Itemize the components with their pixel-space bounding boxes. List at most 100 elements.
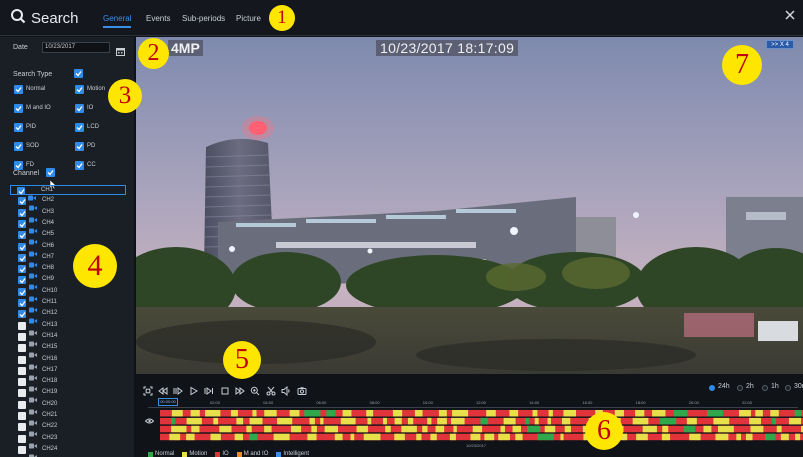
recording-segment xyxy=(186,433,195,441)
channel-checkbox[interactable] xyxy=(18,366,26,375)
channel-item[interactable]: CH10 xyxy=(12,287,126,302)
channel-checkbox[interactable] xyxy=(18,389,26,398)
video-playback[interactable]: 4MP 10/23/2017 18:17:09 >> X 4 xyxy=(136,37,803,374)
channel-item[interactable]: CH4 xyxy=(12,219,126,234)
timeline-axis: 00:00:00 02:00 04:00 06:00 08:00 10:00 12:00 1… xyxy=(148,398,798,408)
stop-icon[interactable] xyxy=(220,383,230,395)
search-type-checkbox[interactable] xyxy=(75,85,84,94)
legend-swatch xyxy=(182,451,188,457)
channel-checkbox[interactable] xyxy=(18,355,26,364)
recording-segment xyxy=(210,433,221,441)
rewind-icon[interactable] xyxy=(158,383,168,395)
channel-checkbox[interactable] xyxy=(18,445,26,454)
channel-checkbox[interactable] xyxy=(18,423,26,432)
channel-item[interactable]: CH16 xyxy=(12,355,126,369)
search-type-checkbox[interactable] xyxy=(75,142,84,151)
channel-checkbox[interactable] xyxy=(18,231,26,240)
search-type-checkbox[interactable] xyxy=(14,161,23,170)
recording-segment xyxy=(452,410,469,417)
play-icon[interactable] xyxy=(189,383,199,396)
channel-checkbox[interactable] xyxy=(18,310,26,319)
channel-checkbox[interactable] xyxy=(18,197,26,206)
clip-icon[interactable] xyxy=(266,383,276,396)
search-type-checkbox[interactable] xyxy=(75,161,84,170)
tab-general[interactable]: General xyxy=(103,14,132,28)
channel-checkbox[interactable] xyxy=(17,187,25,195)
recording-segment xyxy=(544,425,556,433)
channel-checkbox[interactable] xyxy=(18,287,26,296)
channel-item[interactable]: CH19 xyxy=(12,388,126,403)
search-type-checkbox[interactable] xyxy=(14,142,23,151)
channel-checkbox[interactable] xyxy=(18,332,26,341)
channel-checkbox[interactable] xyxy=(18,219,26,228)
eye-icon[interactable] xyxy=(144,411,155,424)
channel-item[interactable]: CH18 xyxy=(12,377,126,392)
recording-segment xyxy=(717,425,734,433)
channel-item[interactable]: CH14 xyxy=(12,332,126,347)
calendar-icon[interactable] xyxy=(116,43,125,56)
channel-checkbox[interactable] xyxy=(18,208,26,217)
zoom-2h-radio[interactable] xyxy=(737,385,743,391)
tab-sub-periods[interactable]: Sub-periods xyxy=(182,14,225,23)
fast-forward-icon[interactable] xyxy=(235,383,245,395)
fullscreen-icon[interactable] xyxy=(143,383,153,396)
channel-item[interactable]: CH1 xyxy=(10,185,126,201)
channel-item[interactable]: CH23 xyxy=(12,434,126,449)
channel-item[interactable]: CH21 xyxy=(12,411,126,426)
zoom-30m-radio[interactable] xyxy=(785,385,791,391)
channel-checkbox[interactable] xyxy=(18,242,26,251)
channel-item[interactable]: CH3 xyxy=(12,208,126,223)
channel-checkbox[interactable] xyxy=(18,412,26,420)
channel-item[interactable]: CH22 xyxy=(12,422,126,437)
channel-item[interactable]: CH2 xyxy=(12,196,126,211)
channel-item[interactable]: CH24 xyxy=(12,445,126,457)
recording-segment xyxy=(509,410,519,417)
channel-item[interactable]: CH13 xyxy=(12,321,126,336)
channel-checkbox[interactable] xyxy=(18,265,26,274)
recording-segment xyxy=(304,410,321,417)
channel-checkbox[interactable] xyxy=(18,344,26,353)
channel-checkbox[interactable] xyxy=(18,253,26,262)
channel-item[interactable]: CH5 xyxy=(12,230,126,245)
channel-checkbox[interactable] xyxy=(18,434,26,443)
recording-segment xyxy=(548,410,553,417)
channel-item[interactable]: CH12 xyxy=(12,309,126,324)
tab-picture[interactable]: Picture xyxy=(236,14,261,23)
channel-item[interactable]: CH11 xyxy=(12,298,126,313)
channel-item[interactable]: CH15 xyxy=(12,343,126,358)
date-field[interactable]: 10/23/2017 xyxy=(42,42,110,53)
callout-5: 5 xyxy=(223,341,261,379)
search-type-checkbox[interactable] xyxy=(75,104,84,113)
snapshot-icon[interactable] xyxy=(297,383,307,395)
timeline-tracks[interactable] xyxy=(160,410,803,441)
channel-label: CH9 xyxy=(42,276,55,283)
step-icon[interactable] xyxy=(204,383,214,395)
playback-speed-button[interactable]: >> X 4 xyxy=(766,40,794,49)
channel-item[interactable]: CH17 xyxy=(12,366,126,381)
audio-icon[interactable] xyxy=(281,383,291,397)
search-type-all-checkbox[interactable] xyxy=(74,69,83,78)
channel-checkbox[interactable] xyxy=(18,378,26,387)
zoom-2h-label: 2h xyxy=(746,383,754,390)
search-type-checkbox[interactable] xyxy=(75,123,84,132)
recording-segment xyxy=(794,410,802,417)
channel-checkbox[interactable] xyxy=(18,299,26,307)
zoom-icon[interactable] xyxy=(250,383,260,396)
recording-segment xyxy=(686,417,697,425)
search-type-checkbox[interactable] xyxy=(14,104,23,113)
legend-swatch xyxy=(215,451,221,457)
recording-segment xyxy=(414,410,423,417)
channel-checkbox[interactable] xyxy=(18,276,26,285)
zoom-24h-radio[interactable] xyxy=(709,385,715,391)
slow-icon[interactable] xyxy=(173,383,183,395)
search-type-checkbox[interactable] xyxy=(14,85,23,94)
channel-checkbox[interactable] xyxy=(18,400,26,409)
channel-checkbox[interactable] xyxy=(18,321,26,330)
close-icon[interactable] xyxy=(783,8,797,22)
tab-events[interactable]: Events xyxy=(146,14,170,23)
recording-segment xyxy=(394,433,405,441)
zoom-1h-radio[interactable] xyxy=(762,385,768,391)
search-type-checkbox[interactable] xyxy=(14,123,23,132)
channel-item[interactable]: CH20 xyxy=(12,400,126,415)
timeline-tick: 22:00 xyxy=(742,400,753,405)
